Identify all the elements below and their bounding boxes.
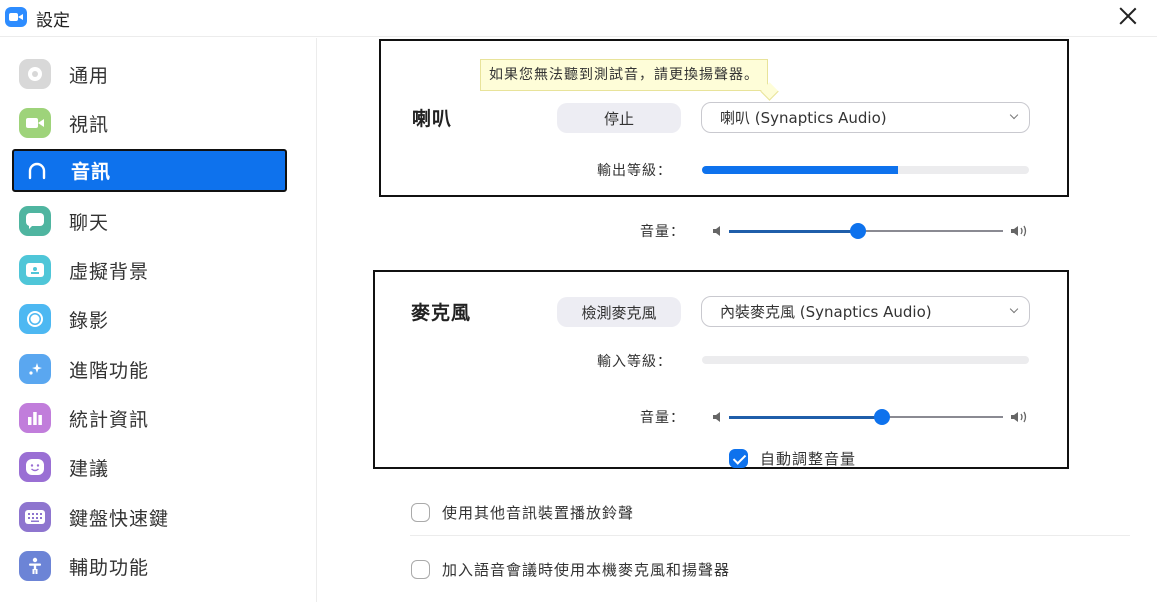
- sidebar-item-statistics[interactable]: 統計資訊: [12, 397, 287, 439]
- slider-fill: [729, 415, 883, 419]
- speaker-device-select[interactable]: 喇叭 (Synaptics Audio): [701, 102, 1030, 133]
- chevron-down-icon: [1009, 304, 1019, 314]
- sidebar-item-general[interactable]: 通用: [12, 53, 287, 95]
- sidebar-item-label: 通用: [69, 64, 110, 87]
- slider-track: [729, 409, 1003, 425]
- speaker-tooltip: 如果您無法聽到測試音，請更換揚聲器。: [480, 59, 768, 91]
- zoom-app-icon: [5, 7, 27, 27]
- input-level-meter: [702, 356, 1029, 364]
- microphone-title: 麥克風: [411, 302, 472, 324]
- speaker-title: 喇叭: [412, 108, 453, 130]
- sidebar-item-video[interactable]: 視訊: [12, 102, 287, 144]
- sidebar-item-label: 建議: [69, 457, 110, 480]
- video-camera-icon: [19, 108, 51, 138]
- volume-low-icon: [713, 412, 720, 422]
- auto-adjust-volume-checkbox[interactable]: [729, 449, 748, 468]
- sidebar-item-keyboard-shortcuts[interactable]: 鍵盤快速鍵: [12, 496, 287, 538]
- sidebar-item-label: 鍵盤快速鍵: [69, 507, 170, 530]
- divider: [410, 535, 1130, 536]
- sparkle-icon: [19, 354, 51, 384]
- speaker-volume-label: 音量：: [640, 224, 685, 240]
- close-button[interactable]: [1116, 4, 1140, 28]
- stop-test-speaker-button[interactable]: 停止: [557, 103, 681, 133]
- slider-fill: [729, 229, 858, 233]
- slider-thumb[interactable]: [874, 409, 891, 425]
- auto-adjust-volume-label: 自動調整音量: [760, 450, 857, 468]
- record-icon: [19, 304, 51, 334]
- sidebar-item-label: 錄影: [69, 309, 110, 332]
- accessibility-icon: [19, 551, 51, 581]
- test-microphone-button[interactable]: 檢測麥克風: [557, 297, 681, 327]
- sidebar-item-label: 進階功能: [69, 359, 150, 382]
- virtual-background-icon: [19, 255, 51, 285]
- output-level-meter: [702, 166, 1029, 174]
- speaker-volume-slider[interactable]: [712, 221, 1032, 241]
- volume-low-icon: [713, 226, 720, 236]
- sidebar-item-label: 音訊: [71, 161, 112, 183]
- sidebar-item-label: 聊天: [69, 211, 110, 234]
- sidebar-item-label: 虛擬背景: [69, 260, 150, 283]
- output-level-label: 輸出等級：: [597, 163, 672, 179]
- sidebar-item-label: 視訊: [69, 113, 110, 136]
- window-title: 設定: [36, 11, 70, 31]
- settings-sidebar: 通用 視訊 音訊 聊天 虛擬背景 錄影 進階功能 統計資訊 建議 鍵盤快速鍵 輔…: [0, 38, 317, 602]
- headphones-icon: [21, 156, 53, 186]
- chat-bubble-icon: [19, 206, 51, 236]
- sidebar-item-chat[interactable]: 聊天: [12, 200, 287, 242]
- input-level-label: 輸入等級：: [597, 354, 672, 370]
- sidebar-item-audio[interactable]: 音訊: [12, 149, 287, 192]
- speaker-device-value: 喇叭 (Synaptics Audio): [720, 109, 887, 127]
- bar-chart-icon: [19, 403, 51, 433]
- output-level-fill: [702, 166, 899, 174]
- auto-join-audio-label: 加入語音會議時使用本機麥克風和揚聲器: [442, 561, 731, 579]
- microphone-volume-label: 音量：: [640, 410, 685, 426]
- slider-track: [729, 223, 1003, 239]
- volume-high-icon: [1011, 225, 1027, 237]
- sidebar-item-accessibility[interactable]: 輔助功能: [12, 545, 287, 587]
- auto-join-audio-checkbox[interactable]: [411, 560, 430, 579]
- volume-high-icon: [1011, 411, 1027, 423]
- sidebar-item-virtual-background[interactable]: 虛擬背景: [12, 249, 287, 291]
- active-highlight: [15, 152, 284, 189]
- slider-thumb[interactable]: [849, 223, 866, 239]
- sidebar-item-label: 輔助功能: [69, 556, 150, 579]
- microphone-device-select[interactable]: 內裝麥克風 (Synaptics Audio): [701, 296, 1030, 327]
- sidebar-item-advanced[interactable]: 進階功能: [12, 348, 287, 390]
- title-bar: 設定: [0, 0, 1157, 37]
- sidebar-item-label: 統計資訊: [69, 408, 150, 431]
- smiley-icon: [19, 452, 51, 482]
- gear-icon: [19, 59, 51, 89]
- separate-ringtone-device-label: 使用其他音訊裝置播放鈴聲: [442, 504, 635, 522]
- microphone-device-value: 內裝麥克風 (Synaptics Audio): [720, 303, 932, 321]
- chevron-down-icon: [1009, 110, 1019, 120]
- keyboard-icon: [19, 502, 51, 532]
- separate-ringtone-device-checkbox[interactable]: [411, 503, 430, 522]
- microphone-volume-slider[interactable]: [712, 407, 1032, 427]
- sidebar-item-recording[interactable]: 錄影: [12, 298, 287, 340]
- sidebar-item-feedback[interactable]: 建議: [12, 446, 287, 488]
